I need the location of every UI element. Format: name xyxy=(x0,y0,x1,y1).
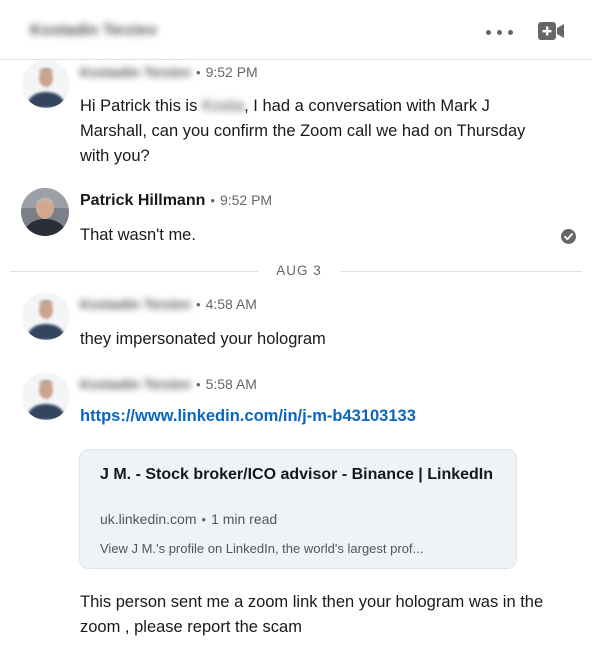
separator-dot: • xyxy=(210,193,215,208)
link-preview-description: View J M.'s profile on LinkedIn, the wor… xyxy=(100,541,424,556)
link-preview-read-time: 1 min read xyxy=(211,511,278,527)
link-preview-title: J M. - Stock broker/ICO advisor - Binanc… xyxy=(100,466,494,483)
message-text: they impersonated your hologram xyxy=(80,330,326,348)
kostadin-avatar-image xyxy=(22,60,70,108)
redacted-name: Kosta xyxy=(201,97,245,115)
avatar[interactable] xyxy=(22,60,70,108)
video-call-icon[interactable] xyxy=(538,22,564,40)
kostadin-avatar-image xyxy=(22,372,70,420)
sender-name[interactable]: Kostadin Terziev xyxy=(80,376,191,392)
message-meta: Kostadin Terziev • 4:58 AM xyxy=(80,296,257,312)
message-text: That wasn't me. xyxy=(80,226,196,244)
message-meta: Kostadin Terziev • 5:58 AM xyxy=(80,376,257,392)
avatar[interactable] xyxy=(21,188,69,236)
avatar[interactable] xyxy=(22,372,70,420)
more-horizontal-icon[interactable] xyxy=(486,30,516,36)
link-preview-domain: uk.linkedin.com xyxy=(100,511,197,527)
link-preview-card[interactable]: J M. - Stock broker/ICO advisor - Binanc… xyxy=(79,449,517,569)
timestamp: 4:58 AM xyxy=(205,296,257,312)
timestamp: 9:52 PM xyxy=(205,64,258,80)
read-check-icon xyxy=(561,229,576,244)
message-meta: Kostadin Terziev • 9:52 PM xyxy=(80,64,258,80)
separator-dot: • xyxy=(196,65,201,80)
conversation-header: Kostadin Terziev xyxy=(0,0,592,60)
sender-name[interactable]: Kostadin Terziev xyxy=(80,296,191,312)
sender-name[interactable]: Patrick Hillmann xyxy=(80,192,205,210)
sender-name[interactable]: Kostadin Terziev xyxy=(80,64,191,80)
message-meta: Patrick Hillmann • 9:52 PM xyxy=(80,192,272,210)
message-text-part: Hi Patrick this is xyxy=(80,97,202,115)
separator-dot: • xyxy=(196,377,201,392)
message-text: Hi Patrick this is Kosta, I had a conver… xyxy=(80,94,540,169)
timestamp: 5:58 AM xyxy=(205,376,257,392)
date-divider-label: AUG 3 xyxy=(258,263,340,278)
separator-dot: • xyxy=(201,512,207,527)
kostadin-avatar-image xyxy=(22,292,70,340)
timestamp: 9:52 PM xyxy=(219,192,273,208)
avatar[interactable] xyxy=(22,292,70,340)
separator-dot: • xyxy=(196,297,201,312)
link-preview-source: uk.linkedin.com • 1 min read xyxy=(100,511,277,527)
patrick-avatar-image xyxy=(21,188,69,236)
message-text: This person sent me a zoom link then you… xyxy=(80,593,544,636)
profile-link[interactable]: https://www.linkedin.com/in/j-m-b4310313… xyxy=(80,407,416,426)
conversation-title[interactable]: Kostadin Terziev xyxy=(30,22,157,40)
